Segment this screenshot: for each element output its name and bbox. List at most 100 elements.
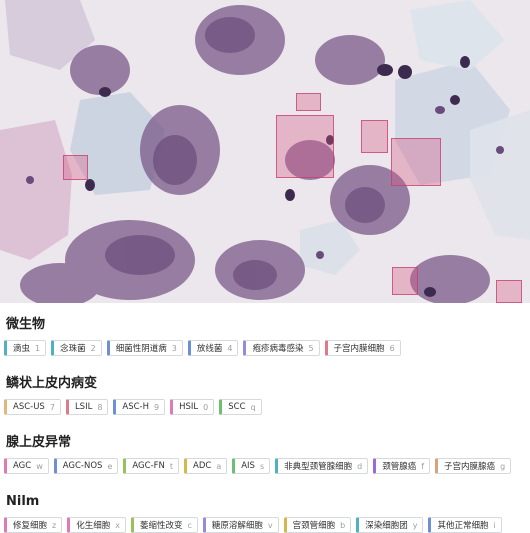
shortcut-key: g [500, 461, 506, 471]
annotation-box[interactable] [276, 115, 334, 178]
annotation-box[interactable] [361, 120, 388, 153]
label-tag-text: AGC-NOS [62, 461, 103, 471]
label-tag-text: AGC [13, 461, 32, 471]
shortcut-key: 1 [35, 343, 41, 353]
shortcut-key: f [421, 461, 425, 471]
label-tag-text: 深染细胞团 [365, 521, 408, 531]
label-tag-text: 疱疹病毒感染 [252, 344, 304, 354]
label-tag[interactable]: 萎缩性改变 c [130, 517, 198, 533]
shortcut-key: t [169, 461, 174, 471]
shortcut-key: 2 [90, 343, 96, 353]
label-tag[interactable]: 子宫内膜细胞 6 [324, 340, 401, 356]
label-tag[interactable]: ADC a [184, 458, 228, 474]
label-tag-text: ASC-H [122, 402, 150, 412]
section-title: Nilm [6, 494, 40, 509]
section-microorganism: 微生物 滴虫 1 念珠菌 2 细菌性阴道病 3 放线菌 4 疱疹病毒感染 5 子宫内膜细胞 6 [4, 317, 530, 356]
label-tag[interactable]: AGC-FN t [123, 458, 180, 474]
label-tag[interactable]: 念珠菌 2 [51, 340, 102, 356]
tag-row: ASC-US 7 LSIL 8 ASC-H 9 HSIL 0 SCC q [4, 399, 530, 415]
label-tag[interactable]: AIS s [232, 458, 271, 474]
shortcut-key: y [412, 520, 418, 530]
label-tag-text: 子宫内膜腺癌 [444, 462, 496, 472]
shortcut-key: e [107, 461, 113, 471]
section-nilm: Nilm 修复细胞 z 化生细胞 x 萎缩性改变 c 糖原溶解细胞 v 宫颈管细胞 b 深染细胞团 y… [4, 494, 530, 533]
label-tag-text: SCC [228, 402, 246, 412]
label-tag[interactable]: 滴虫 1 [4, 340, 47, 356]
shortcut-key: c [187, 520, 192, 530]
cytology-slide-image [0, 0, 530, 303]
tag-row: 滴虫 1 念珠菌 2 细菌性阴道病 3 放线菌 4 疱疹病毒感染 5 子宫内膜细胞 6 [4, 340, 530, 356]
label-tag[interactable]: ASC-H 9 [113, 399, 166, 415]
section-squamous-lesion: 鳞状上皮内病变 ASC-US 7 LSIL 8 ASC-H 9 HSIL 0 SCC q [4, 376, 530, 415]
label-tag[interactable]: 细菌性阴道病 3 [106, 340, 183, 356]
shortcut-key: i [493, 520, 496, 530]
annotation-box[interactable] [391, 138, 441, 186]
annotation-box[interactable] [63, 155, 88, 180]
label-tag-text: AGC-FN [132, 461, 165, 471]
label-tag-text: LSIL [74, 402, 93, 412]
section-title: 鳞状上皮内病变 [6, 376, 98, 391]
shortcut-key: 3 [171, 343, 177, 353]
label-tag-text: 放线菌 [196, 344, 223, 354]
label-tag[interactable]: 疱疹病毒感染 5 [243, 340, 320, 356]
label-tag-text: HSIL [179, 402, 199, 412]
shortcut-key: s [259, 461, 265, 471]
label-tag-text: 子宫内膜细胞 [333, 344, 385, 354]
shortcut-key: 4 [227, 343, 233, 353]
label-tag-text: 念珠菌 [60, 344, 86, 354]
section-title: 腺上皮异常 [6, 435, 72, 450]
label-tag[interactable]: HSIL 0 [170, 399, 215, 415]
label-tag[interactable]: ASC-US 7 [4, 399, 61, 415]
label-tag-text: 其他正常细胞 [437, 521, 489, 531]
shortcut-key: 7 [49, 402, 55, 412]
label-tag-text: ASC-US [13, 402, 45, 412]
section-title: 微生物 [6, 317, 46, 332]
shortcut-key: b [340, 520, 346, 530]
label-tag[interactable]: 非典型颈管腺细胞 d [275, 458, 369, 474]
shortcut-key: 9 [154, 402, 160, 412]
label-tag[interactable]: 其他正常细胞 i [428, 517, 502, 533]
shortcut-key: w [36, 461, 43, 471]
label-tag-text: 修复细胞 [13, 521, 48, 531]
shortcut-key: q [250, 402, 256, 412]
label-tag[interactable]: 糖原溶解细胞 v [202, 517, 279, 533]
label-tag[interactable]: 颈管腺癌 f [373, 458, 431, 474]
label-tag[interactable]: 宫颈管细胞 b [283, 517, 352, 533]
shortcut-key: x [115, 520, 120, 530]
label-tag-text: 宫颈管细胞 [292, 521, 336, 531]
label-tag[interactable]: AGC-NOS e [53, 458, 119, 474]
shortcut-key: 5 [308, 343, 314, 353]
label-tag-text: 化生细胞 [76, 521, 111, 531]
label-tag-text: ADC [193, 461, 212, 471]
label-tag[interactable]: LSIL 8 [65, 399, 109, 415]
label-tag[interactable]: 子宫内膜腺癌 g [435, 458, 512, 474]
label-tag-text: 萎缩性改变 [139, 521, 183, 531]
shortcut-key: 6 [389, 343, 395, 353]
tag-row: AGC w AGC-NOS e AGC-FN t ADC a AIS s 非典型颈管腺细胞 d 颈管腺癌… [4, 458, 530, 474]
label-tag-text: 滴虫 [13, 344, 31, 354]
shortcut-key: v [267, 520, 273, 530]
section-glandular-abnormality: 腺上皮异常 AGC w AGC-NOS e AGC-FN t ADC a AIS s 非典型颈管腺细… [4, 435, 530, 474]
shortcut-key: z [52, 520, 57, 530]
label-tag-text: 细菌性阴道病 [115, 344, 167, 354]
label-tag[interactable]: SCC q [219, 399, 262, 415]
shortcut-key: 0 [203, 402, 209, 412]
annotation-box[interactable] [496, 280, 522, 303]
label-tag[interactable]: 化生细胞 x [67, 517, 126, 533]
annotation-box[interactable] [392, 267, 418, 295]
label-tag-text: 非典型颈管腺细胞 [284, 462, 353, 472]
label-panel: 微生物 滴虫 1 念珠菌 2 细菌性阴道病 3 放线菌 4 疱疹病毒感染 5 子宫内膜细胞 6 鳞状上… [0, 303, 530, 533]
shortcut-key: 8 [97, 402, 103, 412]
annotation-box[interactable] [296, 93, 321, 111]
label-tag[interactable]: 深染细胞团 y [356, 517, 424, 533]
label-tag[interactable]: AGC w [4, 458, 49, 474]
label-tag-text: AIS [241, 461, 255, 471]
tag-row: 修复细胞 z 化生细胞 x 萎缩性改变 c 糖原溶解细胞 v 宫颈管细胞 b 深染细胞团 y 其他正常细… [4, 517, 530, 533]
label-tag-text: 颈管腺癌 [382, 462, 417, 472]
label-tag[interactable]: 修复细胞 z [4, 517, 63, 533]
shortcut-key: a [216, 461, 222, 471]
shortcut-key: d [357, 461, 363, 471]
slide-image-viewer[interactable] [0, 0, 530, 303]
label-tag[interactable]: 放线菌 4 [187, 340, 239, 356]
label-tag-text: 糖原溶解细胞 [211, 521, 263, 531]
